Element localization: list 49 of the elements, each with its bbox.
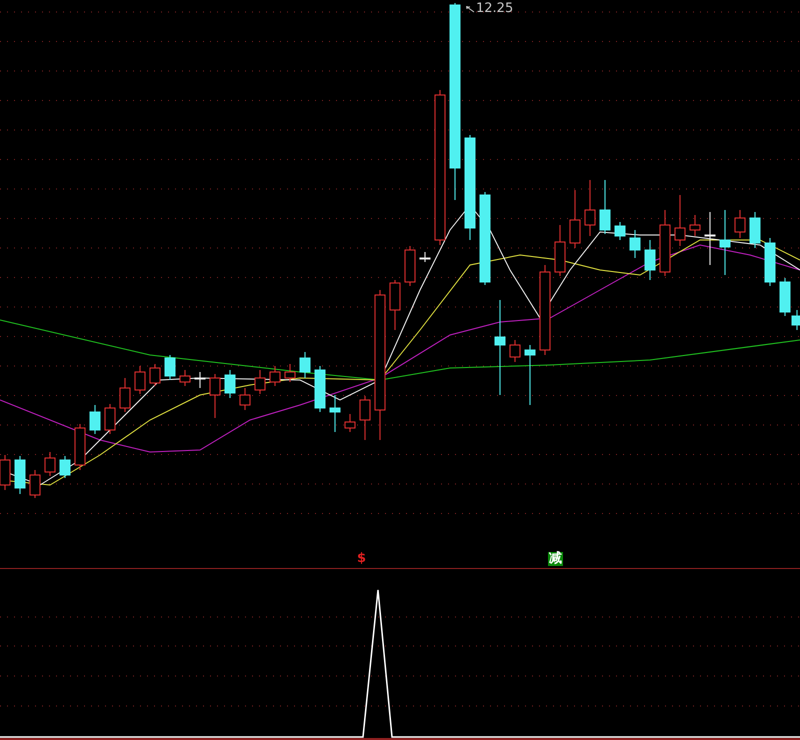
candlestick: [104, 404, 116, 434]
candlestick: [420, 252, 430, 262]
candlestick: [390, 280, 400, 330]
candlestick: [134, 366, 146, 394]
candlestick: [614, 222, 626, 240]
candlestick: [524, 344, 536, 406]
price-label: 12.25: [476, 1, 514, 17]
candlestick: [164, 354, 176, 380]
candlestick: [644, 240, 656, 280]
sell-signal: 减: [548, 552, 563, 566]
candlestick: [30, 470, 40, 498]
candlestick: [704, 212, 716, 266]
candlestick: [314, 366, 326, 412]
candlestick: [120, 378, 130, 412]
candlestick: [284, 364, 296, 382]
candlestick: [254, 370, 266, 394]
candlestick: [210, 374, 220, 418]
candlestick: [150, 364, 160, 386]
candlestick: [344, 414, 356, 432]
candlestick: [660, 210, 670, 276]
candlestick: [690, 214, 700, 236]
candlestick: [600, 180, 610, 234]
candlestick: [194, 372, 206, 388]
candlestick: [764, 238, 776, 286]
candlestick: [570, 190, 580, 248]
candlestick: [404, 246, 416, 286]
candlestick: [270, 366, 280, 386]
candlestick: [300, 352, 310, 378]
candlestick: [584, 180, 596, 236]
candlestick: [14, 456, 26, 494]
arrow-icon: [466, 6, 475, 12]
buy-signal: $: [357, 552, 366, 566]
candlestick: [720, 210, 730, 276]
candlestick: [554, 224, 566, 276]
candlestick: [44, 452, 56, 476]
candlestick: [510, 340, 520, 362]
candlestick: [224, 370, 236, 398]
candlestick: [674, 194, 686, 246]
candlestick: [240, 388, 250, 410]
candlestick: [734, 210, 746, 238]
candlestick: [74, 424, 86, 470]
candlestick: [750, 212, 760, 248]
candlestick: [180, 370, 190, 386]
candlestick: [90, 404, 100, 434]
candlestick: [60, 456, 70, 478]
candlestick: [0, 454, 10, 490]
candlestick: [330, 394, 340, 432]
candlestick: [630, 230, 640, 258]
candlestick: [360, 396, 370, 440]
